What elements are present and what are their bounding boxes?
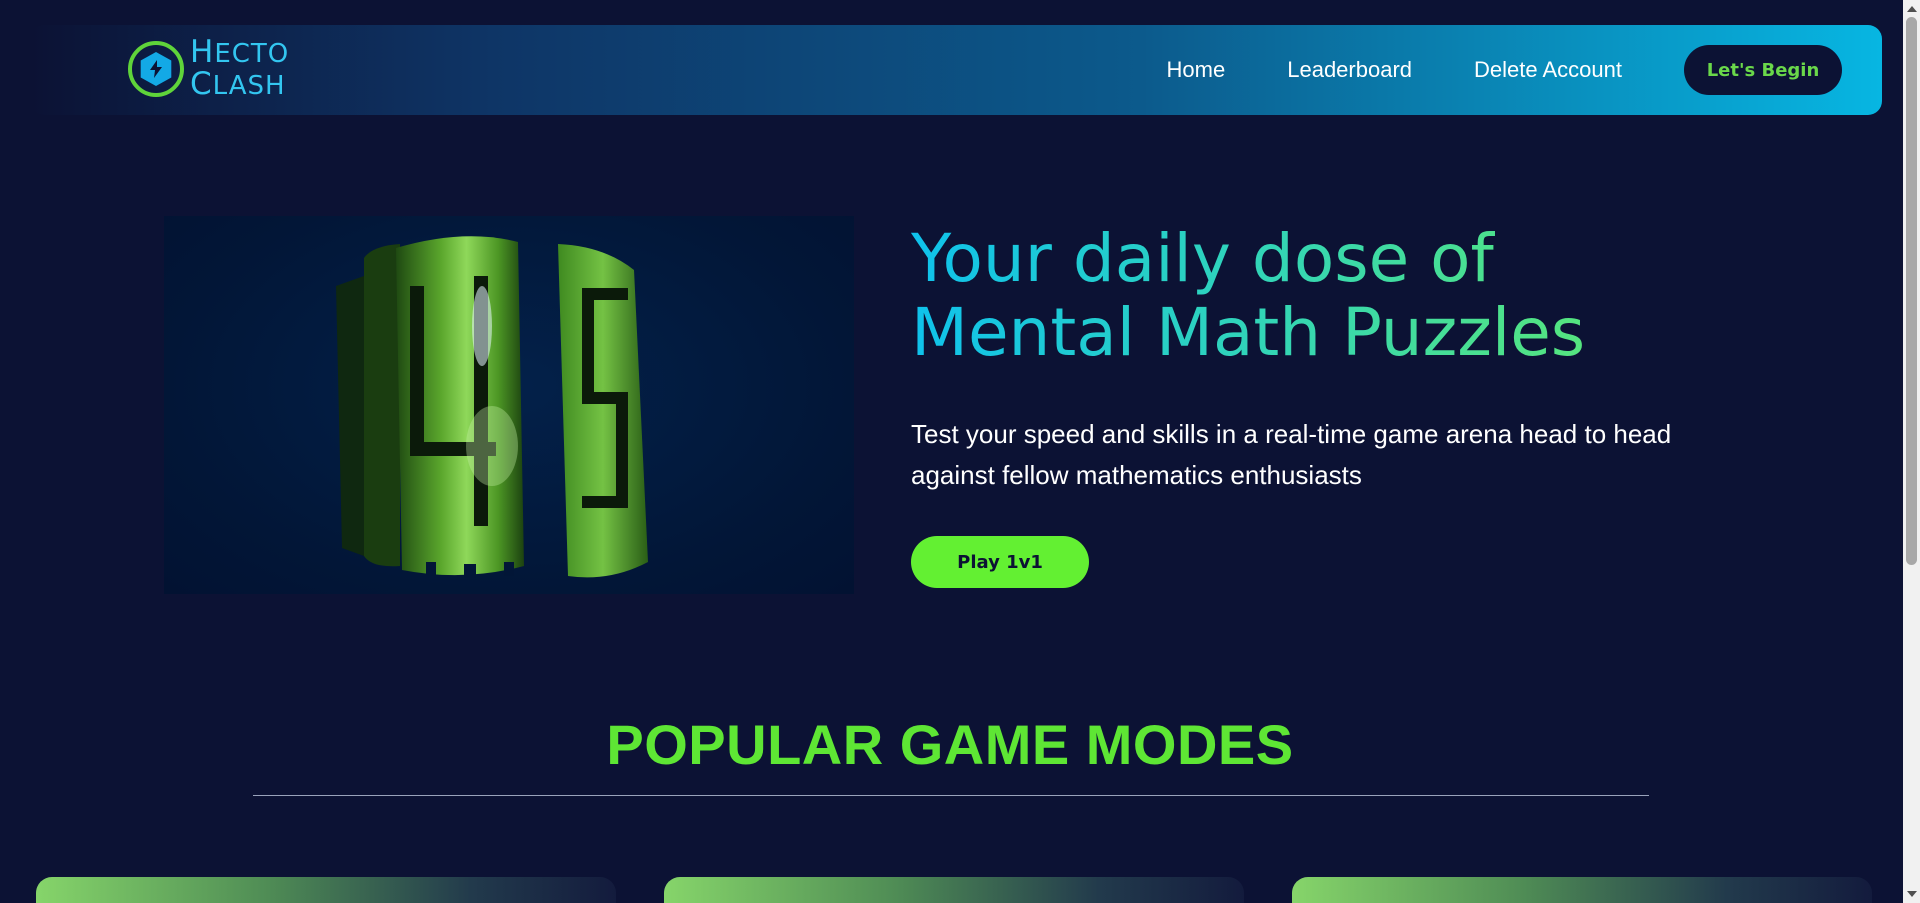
scrollbar-thumb[interactable] <box>1906 17 1917 565</box>
hero-description: Test your speed and skills in a real-tim… <box>911 419 1672 490</box>
rotating-3d-number-icon <box>336 236 648 578</box>
play-1v1-button[interactable]: Play 1v1 <box>911 536 1089 588</box>
nav-home-link[interactable]: Home <box>1167 57 1226 83</box>
game-mode-card-1[interactable] <box>36 877 616 903</box>
logo-badge <box>128 41 184 97</box>
brand-initial-1: H <box>190 34 215 70</box>
scroll-down-arrow-icon[interactable] <box>1907 891 1917 897</box>
game-mode-card-3[interactable] <box>1292 877 1872 903</box>
nav-leaderboard-link[interactable]: Leaderboard <box>1287 57 1412 83</box>
nav-delete-account-link[interactable]: Delete Account <box>1474 57 1622 83</box>
scroll-up-arrow-icon[interactable] <box>1907 6 1917 12</box>
top-navbar: HECTO CLASH Home Leaderboard Delete Acco… <box>30 25 1882 115</box>
brand-initial-2: C <box>190 66 213 102</box>
vertical-scrollbar[interactable] <box>1903 0 1920 903</box>
lets-begin-button[interactable]: Let's Begin <box>1684 45 1842 95</box>
brand-word-2-rest: LASH <box>212 71 286 101</box>
brand-word-1-rest: ECTO <box>214 39 290 69</box>
hero-title-line-1: Your daily dose of <box>911 220 1494 297</box>
hero-3d-number-image <box>164 216 854 594</box>
section-divider <box>253 795 1649 796</box>
brand-logo[interactable]: HECTO CLASH <box>128 37 289 101</box>
hero-title-line-2: Mental Math Puzzles <box>911 294 1586 371</box>
lightning-bolt-icon <box>150 60 162 78</box>
hero-title: Your daily dose of Mental Math Puzzles <box>911 222 1731 370</box>
brand-name: HECTO CLASH <box>190 34 290 102</box>
game-mode-card-2[interactable] <box>664 877 1244 903</box>
popular-game-modes-heading: POPULAR GAME MODES <box>606 713 1294 776</box>
nav-links: Home Leaderboard Delete Account Let's Be… <box>1167 25 1842 115</box>
logo-hexagon <box>140 52 172 86</box>
